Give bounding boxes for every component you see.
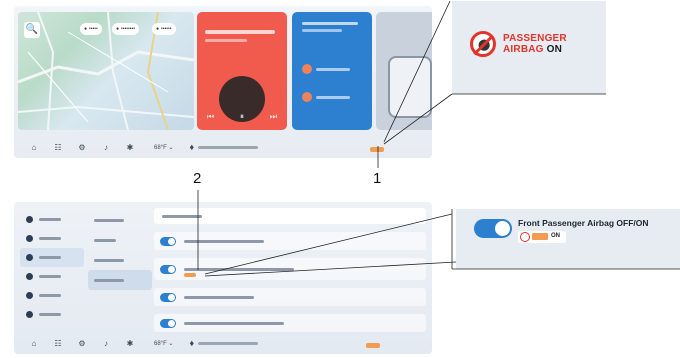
callout-number: 1 [373, 170, 382, 187]
callout-number: 2 [193, 170, 202, 187]
callout-lines [197, 0, 680, 277]
